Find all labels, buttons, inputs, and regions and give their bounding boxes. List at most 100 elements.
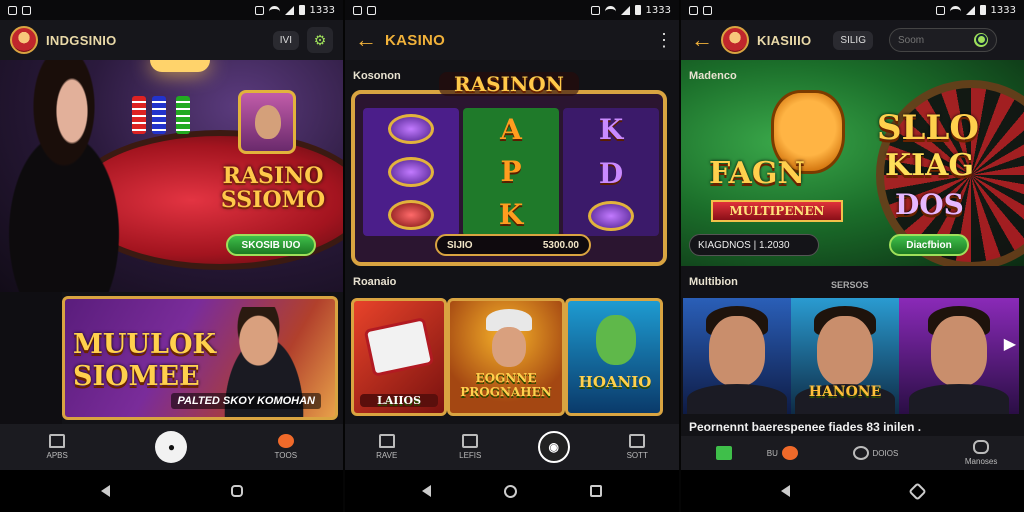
tile-caption: HOANIO [578,373,652,391]
search-input[interactable] [897,34,968,46]
slot-symbol [388,114,434,145]
slot-symbol [588,200,634,231]
signal-icon [284,5,294,15]
more-menu-icon[interactable]: ⋮ [655,30,673,51]
section-title: Kosonon [353,70,401,82]
app-title: KASINO [385,31,446,49]
battery-icon [634,5,641,15]
back-icon[interactable] [781,485,791,497]
nav-hot[interactable]: TOOS [229,434,343,460]
home-button-icon[interactable] [908,481,927,501]
hero-banner[interactable]: Madenco FAGN MULTIPENEN SLLO KIAG DOS KI… [681,60,1024,266]
background-strip [0,292,62,424]
nav-label: Manoses [964,457,998,466]
nav-search[interactable]: DOIOS [852,446,939,460]
promo-subtitle: Peornennt baerespenee fiades 83 inilen . [689,420,922,434]
chevron-right-icon[interactable]: ▶ [1004,334,1016,354]
recents-icon[interactable] [590,485,603,497]
slot-title: RASINON [439,72,579,96]
system-nav [0,470,343,512]
account-chip[interactable]: IVI [272,30,299,50]
book-icon [462,434,479,448]
notification-icon [590,5,600,15]
promo-caption: PALTED SKOY KOMOHAN [171,393,321,409]
account-chip[interactable]: SILIG [833,30,873,50]
nav-home[interactable]: APBS [0,434,114,460]
notification-icon [353,5,362,15]
app-logo[interactable] [721,26,749,54]
nav-coins[interactable]: BU [767,446,853,460]
slot-symbol: K [498,198,524,232]
hero-stat: KIAGDNOS | 1.2030 [689,234,819,256]
hero-banner[interactable]: RASINO SSIOMO SKOSIB IƲO [0,60,343,292]
app-notification-icon [703,5,712,15]
search-icon [852,446,869,460]
back-arrow-icon[interactable]: ← [691,27,713,53]
hero-title-line2: KIAG [885,148,975,183]
nav-home[interactable]: RAVE [345,434,429,460]
hero-title-line1: SLLO [877,108,979,148]
nav-label: LEFIS [459,451,482,460]
balance-label: SIJIO [447,239,473,251]
back-arrow-icon[interactable]: ← [355,27,377,53]
promo-title: MUULOK SIOMEE [73,329,216,392]
player-card[interactable] [899,298,1019,414]
system-nav [681,470,1024,512]
slot-machine[interactable]: A P K K D SIJIO 5300.00 [351,90,667,266]
back-icon[interactable] [100,485,110,497]
coin-icon [781,446,798,460]
hero-title: RASINO SSIOMO [220,163,326,213]
search-icon[interactable] [973,33,988,47]
profile-icon: ● [155,431,188,463]
home-button-icon[interactable] [503,484,517,498]
nav-library[interactable]: LEFIS [429,434,513,460]
search-field[interactable] [888,28,997,52]
nav-label: APBS [46,451,68,460]
app-bar: ← KIASIIIO SILIG [681,20,1024,60]
player-card[interactable] [683,298,791,414]
nav-profile[interactable]: ● [114,431,228,463]
rewards-icon[interactable]: ⚙ [307,27,333,53]
nav-label: RAVE [376,451,398,460]
phone-screen-home: 1333 INDGSINIO IVI ⚙ RASINO SSIOMO SKOSI… [0,0,343,512]
app-bar: ← KASINO ⋮ [345,20,679,60]
bottom-nav: RAVE LEFIS ◉ SOTT [345,424,679,470]
game-tile[interactable]: HOANIO [565,298,663,416]
slot-symbol: D [598,156,624,190]
hero-ribbon: MULTIPENEN [711,200,843,222]
flame-icon [277,434,294,448]
hero-cta-button[interactable]: SKOSIB IƲO [226,234,316,256]
status-time: 1333 [645,4,671,16]
back-icon[interactable] [421,485,431,497]
status-time: 1333 [990,4,1016,16]
promo-card[interactable]: MUULOK SIOMEE PALTED SKOY KOMOHAN [62,296,338,420]
home-icon [378,434,395,448]
wifi-icon [268,6,280,14]
nav-games[interactable]: ◉ [512,431,596,463]
notification-icon [689,5,698,15]
balance-bar: SIJIO 5300.00 [435,234,591,256]
recents-icon[interactable] [230,485,243,497]
hero-cta-button[interactable]: Diacfbion [889,234,969,256]
notification-icon [254,5,264,15]
slot-reel: K D [563,108,659,236]
nav-games[interactable]: Manoses [938,440,1024,466]
player-card[interactable]: HANONE [791,298,899,414]
character-illustration [492,327,526,367]
battery-icon [979,5,986,15]
game-tile[interactable]: EOGNNE PROGNAHEN [447,298,565,416]
dealer-illustration [0,60,160,292]
nav-share[interactable]: SOTT [596,434,680,460]
slot-reel [363,108,459,236]
share-icon [629,434,646,448]
character-illustration [596,315,636,365]
nav-grid[interactable] [681,446,767,460]
bottom-nav: BU DOIOS Manoses [681,436,1024,470]
phone-screen-slots: 1333 ← KIASIIIO SILIG Madenco FAGN MULTI… [679,0,1024,512]
game-tile[interactable]: LAIIOS [351,298,447,416]
battery-icon [298,5,305,15]
hero-left-title: FAGN [709,156,805,191]
app-notification-icon [367,5,376,15]
app-logo[interactable] [10,26,38,54]
screens-container: 1333 INDGSINIO IVI ⚙ RASINO SSIOMO SKOSI… [0,0,1024,512]
